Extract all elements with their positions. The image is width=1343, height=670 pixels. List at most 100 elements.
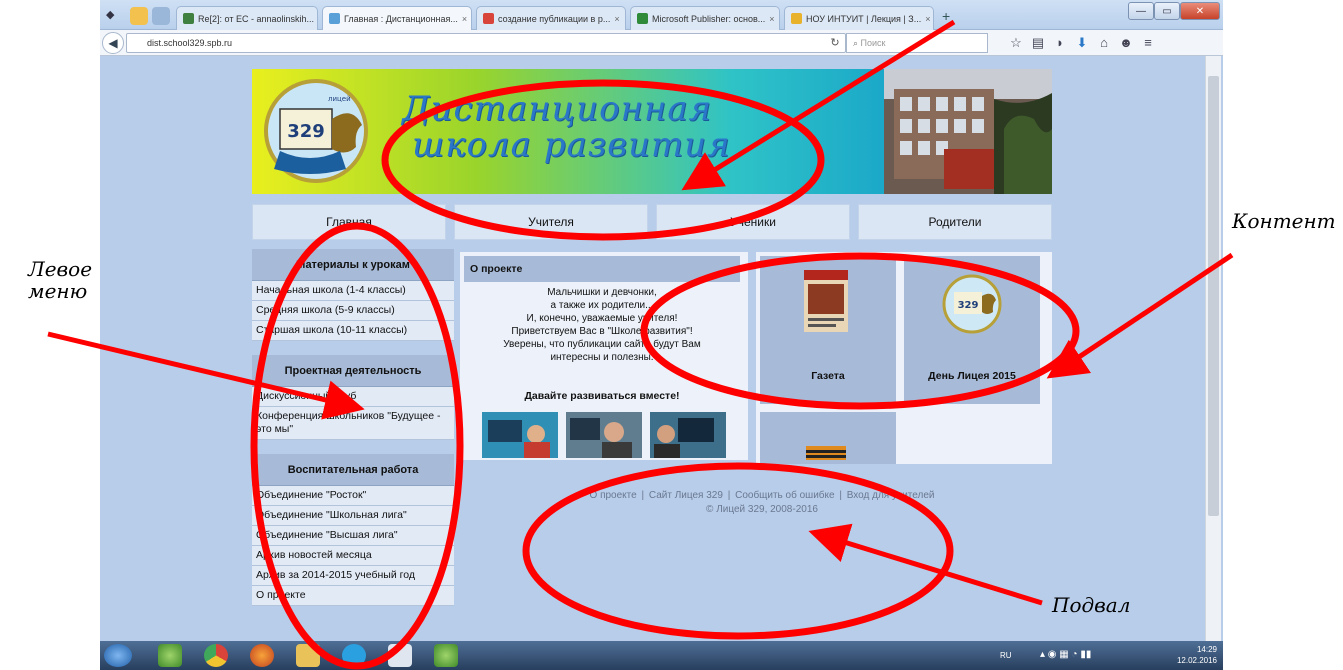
tile-title: Газета xyxy=(811,370,845,382)
folder-icon[interactable] xyxy=(296,644,320,667)
pinned-tab-icon[interactable] xyxy=(152,7,170,25)
tile-lyceum-day[interactable]: 329 День Лицея 2015 xyxy=(904,256,1040,404)
address-bar[interactable]: dist.school329.spb.ru xyxy=(126,33,846,53)
close-tab-icon[interactable]: × xyxy=(769,14,774,24)
clock[interactable]: 14:29 12.02.2016 xyxy=(1177,644,1217,666)
scrollbar-thumb[interactable] xyxy=(1208,76,1219,516)
back-arrow-icon[interactable]: ◀ xyxy=(102,32,124,54)
maximize-button[interactable]: ▭ xyxy=(1154,2,1180,20)
nav-students[interactable]: Ученики xyxy=(656,204,850,240)
menu-item[interactable]: Объединение "Школьная лига" xyxy=(252,506,454,526)
tab-label: Re[2]: от ЕС - annaolinskih... xyxy=(198,13,314,24)
windows-taskbar: RU ▴ ◉ ▦ ◔ ▮▮ 14:29 12.02.2016 xyxy=(100,641,1223,670)
tab-label: создание публикации в р... xyxy=(498,13,611,24)
search-placeholder: Поиск xyxy=(860,38,886,48)
firefox-icon[interactable] xyxy=(250,644,274,667)
new-tab-button[interactable]: + xyxy=(942,8,950,24)
minimize-button[interactable]: — xyxy=(1128,2,1154,20)
menu-item[interactable]: О проекте xyxy=(252,586,454,606)
skype-icon[interactable] xyxy=(342,644,366,667)
close-window-button[interactable]: ✕ xyxy=(1180,2,1220,20)
tab-label: Microsoft Publisher: основ... xyxy=(652,13,766,24)
screenshot: ◆ Re[2]: от ЕС - annaolinskih... × Главн… xyxy=(100,0,1223,670)
menu-item[interactable]: Начальная школа (1-4 классы) xyxy=(252,281,454,301)
vertical-scrollbar[interactable] xyxy=(1205,56,1221,641)
annotation-content: Контент xyxy=(1232,209,1336,233)
start-button-icon[interactable] xyxy=(104,644,132,667)
close-tab-icon[interactable]: × xyxy=(462,14,467,24)
tab-label: Главная : Дистанционная... xyxy=(344,13,458,24)
banner-title: Дистанционная школа развития xyxy=(402,91,782,163)
language-indicator[interactable]: RU xyxy=(1000,651,1012,660)
menu-item[interactable]: Конференция школьников "Будущее - это мы… xyxy=(252,407,454,440)
logo-number: 329 xyxy=(287,121,325,142)
tray-icons[interactable]: ▴ ◉ ▦ ◔ ▮▮ xyxy=(1040,649,1091,660)
about-line: Приветствуем Вас в "Школе развития"! xyxy=(511,326,693,337)
menu-item[interactable]: Архив за 2014-2015 учебный год xyxy=(252,566,454,586)
hamburger-menu-icon[interactable]: ≡ xyxy=(1140,35,1156,51)
system-tray: RU ▴ ◉ ▦ ◔ ▮▮ 14:29 12.02.2016 xyxy=(1000,641,1223,670)
footer-link-teacher-login[interactable]: Вход для учителей xyxy=(847,490,935,501)
emoji-icon[interactable]: ☻ xyxy=(1118,35,1134,51)
logo-label: лицей xyxy=(328,95,351,103)
annotation-left-menu: Левое меню xyxy=(28,258,92,302)
annotation-line: меню xyxy=(28,279,88,303)
browser-tab-active[interactable]: Главная : Дистанционная... × xyxy=(322,6,472,30)
mail-favicon-icon xyxy=(183,13,194,24)
about-block: О проекте Мальчишки и девчонки, а также … xyxy=(460,252,748,460)
close-tab-icon[interactable]: × xyxy=(925,14,930,24)
footer-separator: | xyxy=(641,490,645,501)
logo-number: 329 xyxy=(958,300,979,311)
menu-item[interactable]: Старшая школа (10-11 классы) xyxy=(252,321,454,341)
home-icon[interactable]: ⌂ xyxy=(1096,35,1112,51)
bookmark-star-icon[interactable]: ☆ xyxy=(1008,35,1024,51)
about-heading: О проекте xyxy=(464,256,740,282)
footer-link-lyceum-site[interactable]: Сайт Лицея 329 xyxy=(649,490,723,501)
photo-thumbnail[interactable] xyxy=(650,412,726,458)
nav-parents[interactable]: Родители xyxy=(858,204,1052,240)
tile-third[interactable] xyxy=(760,412,896,464)
browser-tab[interactable]: Re[2]: от ЕС - annaolinskih... × xyxy=(176,6,318,30)
footer-link-about[interactable]: О проекте xyxy=(590,490,637,501)
publisher-icon[interactable] xyxy=(388,644,412,667)
tile-newspaper[interactable]: Газета xyxy=(760,256,896,404)
menu-spacer xyxy=(252,440,454,454)
lyceum-logo[interactable]: 329 лицей xyxy=(258,79,376,184)
app-icon[interactable] xyxy=(158,644,182,667)
menu-item[interactable]: Архив новостей месяца xyxy=(252,546,454,566)
menu-item[interactable]: Дискуссионный клуб xyxy=(252,387,454,407)
about-cta: Давайте развиваться вместе! xyxy=(524,390,680,402)
reload-icon[interactable]: ↻ xyxy=(826,33,844,53)
clock-date: 12.02.2016 xyxy=(1176,656,1217,665)
photo-thumbnail[interactable] xyxy=(482,412,558,458)
photo-thumbnail[interactable] xyxy=(566,412,642,458)
search-input[interactable]: ⌕ Поиск xyxy=(846,33,988,53)
menu-item[interactable]: Объединение "Росток" xyxy=(252,486,454,506)
browser-menu-icon[interactable]: ◆ xyxy=(106,8,124,24)
chrome-icon[interactable] xyxy=(204,644,228,667)
pinned-tab-icon[interactable] xyxy=(130,7,148,25)
annotation-footer: Подвал xyxy=(1052,593,1131,617)
tile-title: День Лицея 2015 xyxy=(928,370,1016,382)
nav-teachers[interactable]: Учителя xyxy=(454,204,648,240)
browser-tab[interactable]: НОУ ИНТУИТ | Лекция | З... × xyxy=(784,6,934,30)
about-line: интересны и полезны. xyxy=(550,352,654,363)
ribbon-image xyxy=(806,446,846,460)
close-tab-icon[interactable]: × xyxy=(614,14,619,24)
download-icon[interactable]: ⬇ xyxy=(1074,35,1090,51)
search-favicon-icon xyxy=(483,13,494,24)
newspaper-cover-image xyxy=(804,270,848,332)
top-navigation: Главная Учителя Ученики Родители xyxy=(252,204,1052,240)
app-icon[interactable] xyxy=(434,644,458,667)
pocket-icon[interactable]: ◗ xyxy=(1052,35,1068,51)
menu-item[interactable]: Средняя школа (5-9 классы) xyxy=(252,301,454,321)
browser-tab[interactable]: Microsoft Publisher: основ... × xyxy=(630,6,780,30)
browser-tab[interactable]: создание публикации в р... × xyxy=(476,6,626,30)
reading-list-icon[interactable]: ▤ xyxy=(1030,35,1046,51)
menu-item[interactable]: Объединение "Высшая лига" xyxy=(252,526,454,546)
footer-link-report-error[interactable]: Сообщить об ошибке xyxy=(735,490,834,501)
site-footer: О проекте | Сайт Лицея 329 | Сообщить об… xyxy=(512,489,1012,517)
tab-label: НОУ ИНТУИТ | Лекция | З... xyxy=(806,13,922,24)
nav-home[interactable]: Главная xyxy=(252,204,446,240)
site-banner: 329 лицей Дистанционная школа развития xyxy=(252,69,1052,194)
